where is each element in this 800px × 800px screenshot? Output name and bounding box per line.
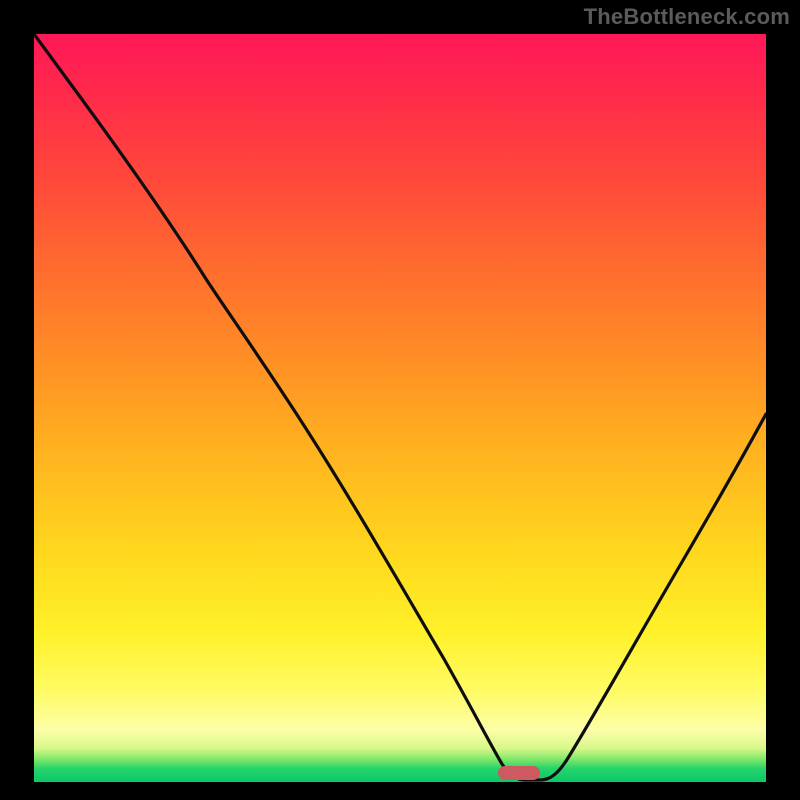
watermark-text: TheBottleneck.com <box>584 4 790 30</box>
plot-area <box>34 34 766 782</box>
curve-path <box>34 34 766 780</box>
ideal-range-marker <box>498 766 540 780</box>
bottleneck-curve <box>34 34 766 782</box>
chart-stage: TheBottleneck.com <box>0 0 800 800</box>
